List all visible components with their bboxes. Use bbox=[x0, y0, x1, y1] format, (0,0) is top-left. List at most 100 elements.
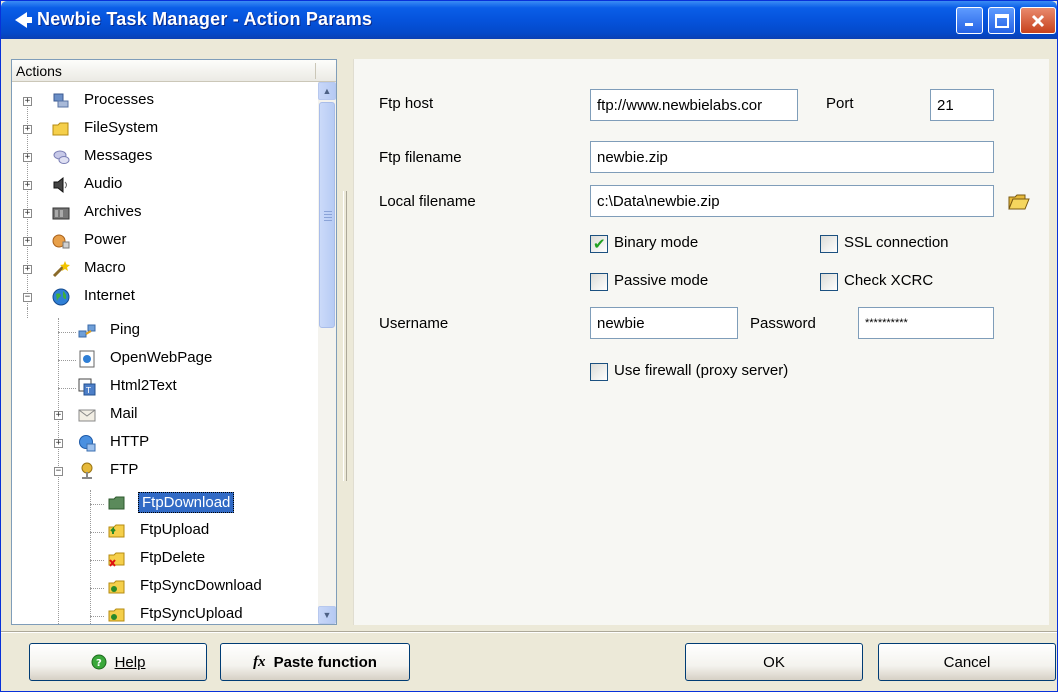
tree-item-http[interactable]: + HTTP bbox=[12, 430, 312, 458]
tree-item-ftpupload[interactable]: FtpUpload bbox=[12, 518, 312, 546]
password-label: Password bbox=[750, 315, 816, 332]
checkmark-icon: ✔ bbox=[593, 236, 606, 253]
tree-item-ping[interactable]: Ping bbox=[12, 318, 312, 346]
tree-item-label: Macro bbox=[84, 259, 126, 276]
ftp-host-label: Ftp host bbox=[379, 95, 434, 112]
params-panel: Ftp host Port Ftp filename Local filenam… bbox=[353, 59, 1049, 625]
password-input[interactable] bbox=[858, 307, 994, 339]
expand-icon[interactable]: + bbox=[23, 97, 32, 106]
expand-icon[interactable]: + bbox=[23, 265, 32, 274]
tree-item-label: FTP bbox=[110, 461, 139, 478]
check-xcrc-label: Check XCRC bbox=[844, 272, 934, 289]
passive-mode-checkbox[interactable] bbox=[590, 273, 608, 291]
expand-icon[interactable]: + bbox=[54, 439, 63, 448]
tree-item-messages[interactable]: + Messages bbox=[12, 144, 312, 172]
check-xcrc-checkbox[interactable] bbox=[820, 273, 838, 291]
processes-icon bbox=[53, 93, 69, 108]
tree-header[interactable]: Actions bbox=[12, 60, 336, 82]
tree-item-label: Audio bbox=[84, 175, 123, 192]
tree-item-label: Html2Text bbox=[110, 377, 177, 394]
tree-item-label: Processes bbox=[84, 91, 155, 108]
tree-item-archives[interactable]: + Archives bbox=[12, 200, 312, 228]
close-button[interactable] bbox=[1020, 7, 1056, 34]
local-filename-input[interactable] bbox=[590, 185, 994, 217]
collapse-icon[interactable]: − bbox=[23, 293, 32, 302]
open-folder-icon[interactable] bbox=[1008, 193, 1030, 211]
binary-mode-checkbox[interactable]: ✔ bbox=[590, 235, 608, 253]
tree-item-ftp[interactable]: − FTP bbox=[12, 458, 312, 486]
speaker-icon bbox=[53, 176, 67, 194]
tree-item-ftpsyncdownload[interactable]: FtpSyncDownload bbox=[12, 574, 312, 602]
http-globe-icon bbox=[79, 435, 96, 452]
tree-item-ftpdownload[interactable]: FtpDownload bbox=[12, 490, 312, 518]
maximize-icon bbox=[994, 13, 1009, 28]
scroll-up-button[interactable]: ▲ bbox=[318, 82, 336, 100]
ftp-filename-input[interactable] bbox=[590, 141, 994, 173]
tree-item-label: Messages bbox=[84, 147, 153, 164]
chevron-down-icon: ▼ bbox=[322, 610, 332, 620]
close-icon bbox=[1031, 14, 1045, 27]
window-title: Newbie Task Manager - Action Params bbox=[37, 9, 373, 29]
ssl-connection-checkbox[interactable] bbox=[820, 235, 838, 253]
expand-icon[interactable]: + bbox=[23, 153, 32, 162]
tree-item-label: FtpUpload bbox=[140, 521, 210, 538]
tree-item-internet[interactable]: − Internet bbox=[12, 284, 312, 312]
power-icon bbox=[52, 234, 70, 249]
macro-wand-icon bbox=[52, 261, 70, 278]
tree-item-label: FileSystem bbox=[84, 119, 159, 136]
tree-item-label-selected: FtpDownload bbox=[138, 492, 235, 513]
ok-button[interactable]: OK bbox=[685, 643, 863, 681]
tree-item-label: Ping bbox=[110, 321, 141, 338]
tree-item-label: FtpSyncDownload bbox=[140, 577, 262, 594]
tree-item-mail[interactable]: + Mail bbox=[12, 402, 312, 430]
back-arrow-icon bbox=[15, 12, 32, 28]
expand-icon[interactable]: + bbox=[54, 411, 63, 420]
collapse-icon[interactable]: − bbox=[54, 467, 63, 476]
cancel-button[interactable]: Cancel bbox=[878, 643, 1056, 681]
tree-item-macro[interactable]: + Macro bbox=[12, 256, 312, 284]
tree-scrollbar[interactable]: ▲ ▼ bbox=[318, 82, 336, 624]
tree-item-processes[interactable]: + Processes bbox=[12, 88, 312, 116]
tree-item-label: Internet bbox=[84, 287, 135, 304]
tree-item-ftpsyncupload[interactable]: FtpSyncUpload bbox=[12, 602, 312, 624]
messages-icon bbox=[53, 150, 70, 164]
tree-header-label: Actions bbox=[16, 63, 62, 79]
port-input[interactable] bbox=[930, 89, 994, 121]
tree-item-openwebpage[interactable]: OpenWebPage bbox=[12, 346, 312, 374]
paste-function-label: Paste function bbox=[273, 653, 377, 671]
panel-splitter[interactable] bbox=[342, 191, 348, 481]
html2text-icon: T bbox=[78, 378, 96, 396]
tree-item-label: FtpDelete bbox=[140, 549, 206, 566]
help-button[interactable]: ? Help bbox=[29, 643, 207, 681]
tree-item-power[interactable]: + Power bbox=[12, 228, 312, 256]
tree-item-audio[interactable]: + Audio bbox=[12, 172, 312, 200]
help-icon: ? bbox=[91, 654, 107, 670]
expand-icon[interactable]: + bbox=[23, 209, 32, 218]
envelope-icon bbox=[78, 409, 96, 422]
tree-item-html2text[interactable]: T Html2Text bbox=[12, 374, 312, 402]
minimize-button[interactable] bbox=[956, 7, 983, 34]
paste-function-button[interactable]: fx Paste function bbox=[220, 643, 410, 681]
tree-item-label: Mail bbox=[110, 405, 138, 422]
minimize-icon bbox=[964, 22, 973, 26]
ftp-host-input[interactable] bbox=[590, 89, 798, 121]
tree-item-filesystem[interactable]: + FileSystem bbox=[12, 116, 312, 144]
actions-tree[interactable]: Actions + Processes + FileSystem + Messa… bbox=[11, 59, 337, 625]
maximize-button[interactable] bbox=[988, 7, 1015, 34]
ping-icon bbox=[78, 324, 96, 338]
ftp-sync-download-icon bbox=[108, 580, 125, 594]
title-bar[interactable]: Newbie Task Manager - Action Params bbox=[1, 1, 1057, 39]
folder-icon bbox=[52, 122, 69, 136]
local-filename-label: Local filename bbox=[379, 193, 476, 210]
expand-icon[interactable]: + bbox=[23, 237, 32, 246]
scroll-down-button[interactable]: ▼ bbox=[318, 606, 336, 624]
tree-item-label: Power bbox=[84, 231, 127, 248]
expand-icon[interactable]: + bbox=[23, 181, 32, 190]
tree-item-ftpdelete[interactable]: FtpDelete bbox=[12, 546, 312, 574]
scroll-thumb[interactable] bbox=[319, 102, 335, 328]
use-firewall-checkbox[interactable] bbox=[590, 363, 608, 381]
ftp-upload-icon bbox=[108, 524, 125, 538]
username-input[interactable] bbox=[590, 307, 738, 339]
username-label: Username bbox=[379, 315, 449, 332]
expand-icon[interactable]: + bbox=[23, 125, 32, 134]
